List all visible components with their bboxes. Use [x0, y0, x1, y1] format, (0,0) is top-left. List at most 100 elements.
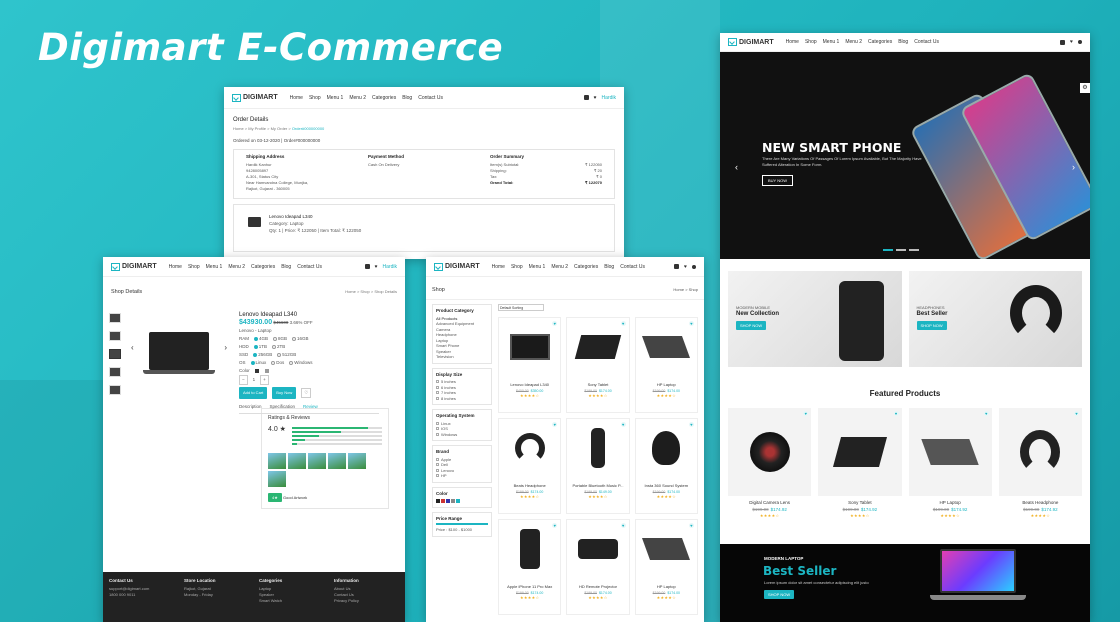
thumbnail[interactable] — [109, 331, 121, 341]
nav-categories[interactable]: Categories — [251, 264, 275, 270]
heart-icon[interactable]: ♥ — [684, 264, 687, 270]
review-image[interactable] — [288, 453, 306, 469]
color-swatch[interactable] — [254, 369, 259, 373]
filter-option[interactable]: 8 inches — [436, 396, 488, 402]
product-card[interactable]: ♥ Lenovo Ideapad L340 $400.00 $350.00 ★★★★☆ — [498, 317, 562, 413]
cart-icon[interactable] — [1060, 39, 1066, 45]
nav-menu2[interactable]: Menu 2 — [845, 39, 862, 45]
user-icon[interactable] — [1078, 40, 1082, 44]
wishlist-heart-icon[interactable]: ♥ — [620, 523, 626, 528]
nav-shop[interactable]: Shop — [805, 39, 817, 45]
wishlist-heart-icon[interactable]: ♥ — [552, 321, 558, 326]
nav-menu1[interactable]: Menu 1 — [206, 264, 223, 270]
chevron-left-icon[interactable]: ‹ — [131, 343, 134, 352]
nav-menu1[interactable]: Menu 1 — [823, 39, 840, 45]
review-image[interactable] — [268, 453, 286, 469]
logo[interactable]: DIGIMART — [728, 38, 774, 46]
nav-categories[interactable]: Categories — [372, 95, 396, 101]
nav-blog[interactable]: Blog — [898, 39, 908, 45]
add-to-cart-button[interactable]: Add to Cart — [239, 387, 268, 399]
nav-shop[interactable]: Shop — [511, 264, 523, 270]
os-option[interactable]: Linux — [250, 359, 266, 367]
slider-dot[interactable] — [883, 249, 893, 251]
slider-dot[interactable] — [896, 249, 906, 251]
user-icon[interactable] — [692, 264, 696, 269]
product-card[interactable]: ♥ HD Remote Projector $199.00 $174.00 ★★★★☆ — [566, 519, 630, 615]
promo-banner-headphones[interactable]: HEADPHONES Best Seller SHOP NOW — [908, 271, 1082, 367]
ram-option[interactable]: 4GB — [254, 335, 268, 343]
thumbnail-selected[interactable] — [109, 349, 121, 359]
chevron-right-icon[interactable]: › — [224, 343, 227, 352]
nav-menu1[interactable]: Menu 1 — [327, 95, 344, 101]
tab-description[interactable]: Description — [239, 403, 262, 411]
minus-icon[interactable]: − — [239, 375, 248, 385]
nav-contact[interactable]: Contact Us — [914, 39, 939, 45]
featured-card[interactable]: ♥ — [998, 408, 1082, 496]
shop-now-button[interactable]: SHOP NOW — [916, 321, 947, 330]
thumbnail[interactable] — [109, 313, 121, 323]
nav-categories[interactable]: Categories — [574, 264, 598, 270]
logo[interactable]: DIGIMART — [232, 93, 278, 102]
heart-icon[interactable]: ♥ — [1070, 39, 1073, 45]
color-swatch[interactable] — [446, 498, 450, 503]
review-image[interactable] — [348, 453, 366, 469]
nav-contact[interactable]: Contact Us — [620, 264, 645, 270]
nav-contact[interactable]: Contact Us — [418, 95, 443, 101]
review-image[interactable] — [328, 453, 346, 469]
ssd-option[interactable]: 512GB — [277, 351, 296, 359]
nav-home[interactable]: Home — [290, 95, 303, 101]
thumbnail[interactable] — [109, 385, 121, 395]
product-card[interactable]: ♥ Insta 360 Sound System $199.00 $174.00 ★★★… — [634, 418, 698, 514]
slider-dot[interactable] — [909, 249, 919, 251]
nav-menu2[interactable]: Menu 2 — [228, 264, 245, 270]
nav-menu1[interactable]: Menu 1 — [529, 264, 546, 270]
color-swatch[interactable] — [441, 498, 445, 503]
wishlist-heart-icon[interactable]: ♥ — [688, 321, 694, 326]
color-swatch[interactable] — [456, 498, 460, 503]
wishlist-heart-icon[interactable]: ♥ — [688, 422, 694, 427]
nav-contact[interactable]: Contact Us — [297, 264, 322, 270]
filter-option[interactable]: Windows — [436, 432, 488, 438]
product-card[interactable]: ♥ HP Laptop $199.00 $174.00 ★★★★☆ — [634, 519, 698, 615]
wishlist-heart-icon[interactable]: ♥ — [983, 411, 989, 416]
cart-icon[interactable] — [583, 95, 589, 100]
wishlist-heart-icon[interactable]: ♥ — [688, 523, 694, 528]
nav-shop[interactable]: Shop — [309, 95, 321, 101]
product-card[interactable]: ♥ Sony Tablet $199.00 $174.00 ★★★★☆ — [566, 317, 630, 413]
crumb-home[interactable]: Home — [233, 126, 244, 131]
wishlist-heart-icon[interactable]: ♥ — [552, 523, 558, 528]
breadcrumb[interactable]: Home > Shop > Shop Details — [345, 289, 397, 295]
review-image[interactable] — [308, 453, 326, 469]
plus-icon[interactable]: + — [260, 375, 269, 385]
nav-shop[interactable]: Shop — [188, 264, 200, 270]
ram-option[interactable]: 16GB — [292, 335, 309, 343]
shop-now-button[interactable]: SHOP NOW — [736, 321, 767, 330]
nav-blog[interactable]: Blog — [604, 264, 614, 270]
tab-specification[interactable]: Specification — [270, 403, 296, 411]
logo[interactable]: DIGIMART — [111, 262, 157, 271]
promo-banner-mobile[interactable]: MODERN MOBILE New Collection SHOP NOW — [728, 271, 902, 367]
chevron-right-icon[interactable]: › — [1072, 162, 1075, 172]
user-name[interactable]: Hardik — [383, 264, 397, 270]
logo[interactable]: DIGIMART — [434, 262, 480, 271]
os-option[interactable]: Windows — [289, 359, 313, 367]
product-card[interactable]: ♥ HP Laptop $199.00 $174.00 ★★★★☆ — [634, 317, 698, 413]
ssd-option[interactable]: 256GB — [253, 351, 272, 359]
nav-home[interactable]: Home — [786, 39, 799, 45]
cart-icon[interactable] — [674, 264, 680, 269]
nav-categories[interactable]: Categories — [868, 39, 892, 45]
wishlist-heart-icon[interactable]: ♥ — [620, 422, 626, 427]
tab-review[interactable]: Review — [303, 403, 318, 411]
color-swatch[interactable] — [436, 498, 440, 503]
wishlist-heart-icon[interactable]: ♥ — [803, 411, 809, 416]
quantity-stepper[interactable]: −1 + — [239, 375, 379, 385]
nav-blog[interactable]: Blog — [281, 264, 291, 270]
crumb-profile[interactable]: My Profile — [248, 126, 266, 131]
product-card[interactable]: ♥ Beats Headphone $199.00 $174.00 ★★★★☆ — [498, 418, 562, 514]
filter-option[interactable]: HP — [436, 473, 488, 479]
best-seller-shop-now-button[interactable]: SHOP NOW — [764, 590, 795, 599]
hero-buy-now-button[interactable]: BUY NOW — [762, 175, 794, 186]
gear-icon[interactable]: ⚙ — [1080, 83, 1090, 93]
cart-icon[interactable] — [364, 264, 370, 269]
color-swatch[interactable] — [264, 369, 269, 373]
